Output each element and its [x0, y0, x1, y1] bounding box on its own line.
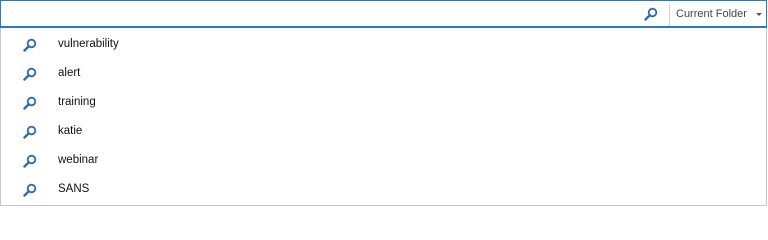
suggestion-item[interactable]: training	[1, 88, 766, 117]
search-icon	[23, 38, 37, 52]
suggestion-label: katie	[58, 125, 83, 137]
suggestion-item[interactable]: vulnerability	[1, 30, 766, 59]
chevron-down-icon	[756, 13, 762, 16]
search-input[interactable]	[5, 4, 635, 24]
search-bar: Current Folder	[0, 0, 767, 28]
search-icon	[23, 183, 37, 197]
suggestion-item[interactable]: webinar	[1, 146, 766, 175]
suggestions-list: vulnerability alert training katie webinar SA…	[0, 28, 767, 206]
suggestion-item[interactable]: SANS	[1, 175, 766, 204]
search-scope-dropdown[interactable]: Current Folder	[670, 2, 766, 26]
suggestion-label: vulnerability	[58, 38, 119, 50]
search-icon	[23, 96, 37, 110]
search-icon	[644, 7, 658, 21]
suggestion-item[interactable]: alert	[1, 59, 766, 88]
search-icon	[23, 67, 37, 81]
search-icon	[23, 125, 37, 139]
suggestion-label: training	[58, 96, 96, 108]
suggestion-label: alert	[58, 67, 81, 79]
search-scope-label: Current Folder	[676, 8, 747, 20]
suggestion-label: webinar	[58, 154, 99, 166]
search-icon	[23, 154, 37, 168]
search-button[interactable]	[639, 4, 663, 24]
suggestion-item[interactable]: katie	[1, 117, 766, 146]
suggestion-label: SANS	[58, 183, 90, 195]
